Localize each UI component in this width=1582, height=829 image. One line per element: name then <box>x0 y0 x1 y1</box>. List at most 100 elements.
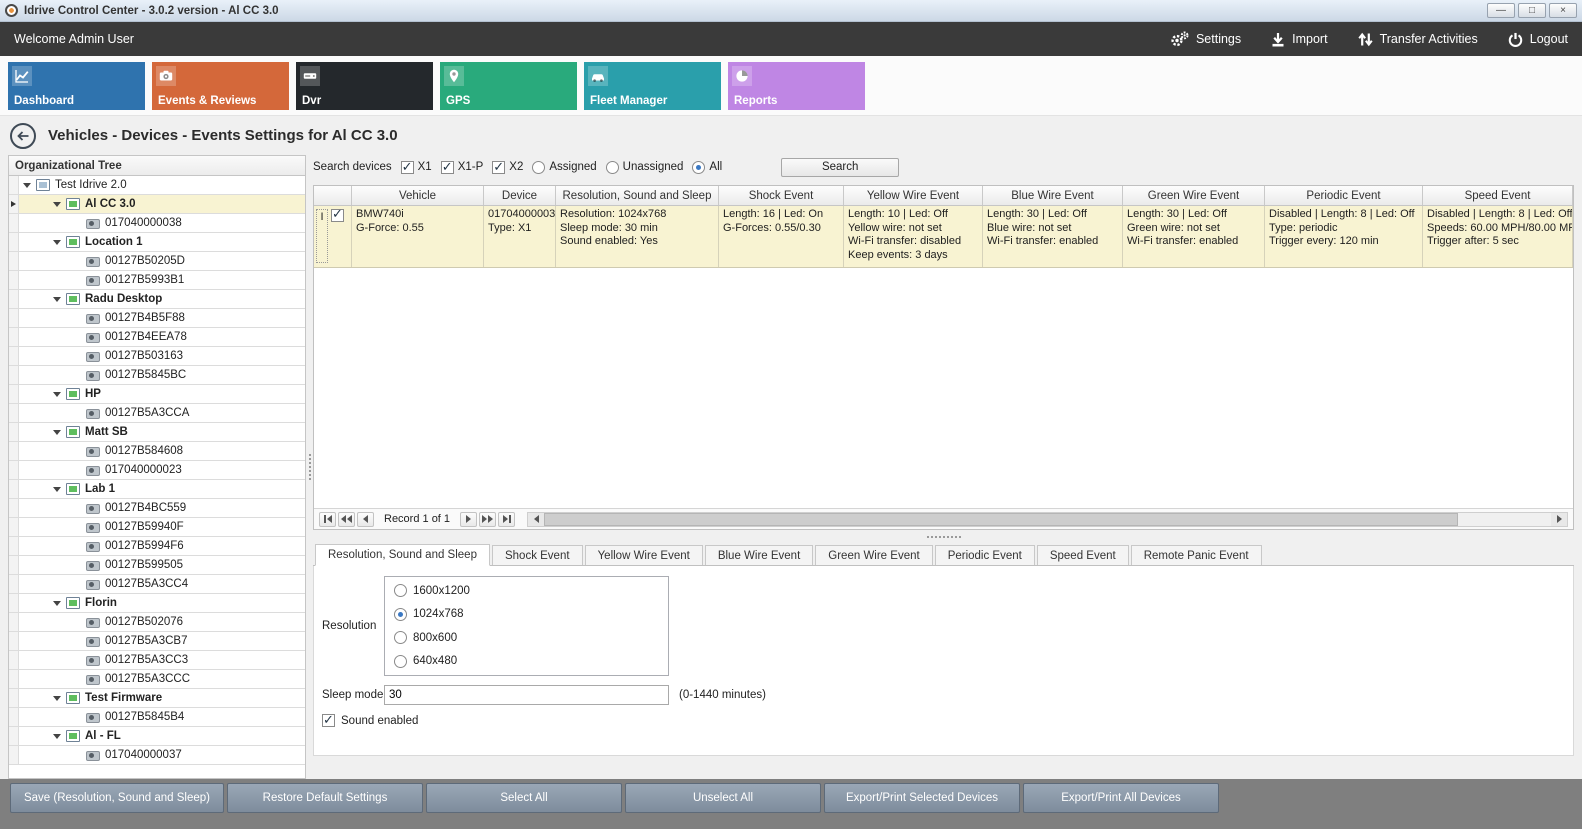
tab[interactable]: Resolution, Sound and Sleep <box>315 544 490 566</box>
tree-item[interactable]: 00127B59940F <box>9 518 305 537</box>
sleep-mode-input[interactable] <box>384 685 669 705</box>
next-page-button[interactable] <box>479 512 496 527</box>
all-radio[interactable] <box>692 161 705 174</box>
tab[interactable]: Shock Event <box>492 545 583 565</box>
tile-dvr[interactable]: Dvr <box>296 62 433 110</box>
tree-item[interactable]: Lab 1 <box>9 480 305 499</box>
settings-button[interactable]: Settings <box>1169 31 1241 47</box>
back-button[interactable] <box>10 123 36 149</box>
tile-gps[interactable]: GPS <box>440 62 577 110</box>
tab[interactable]: Green Wire Event <box>815 545 932 565</box>
bottom-action-button[interactable]: Select All <box>426 783 622 813</box>
expand-collapse-icon[interactable] <box>53 202 61 211</box>
header-periodic-event[interactable]: Periodic Event <box>1265 186 1423 205</box>
header-vehicle[interactable]: Vehicle <box>352 186 484 205</box>
expand-collapse-icon[interactable] <box>53 240 61 249</box>
scrollbar-thumb[interactable] <box>544 513 1458 526</box>
resolution-listbox[interactable]: 1600x1200 1024x768 800x600 <box>384 576 669 676</box>
tree-item[interactable]: 00127B502076 <box>9 613 305 632</box>
tree-item[interactable]: Al CC 3.0 <box>9 195 305 214</box>
tree-item[interactable]: 017040000038 <box>9 214 305 233</box>
tree-item[interactable]: 00127B4EEA78 <box>9 328 305 347</box>
tree-item[interactable]: Location 1 <box>9 233 305 252</box>
resolution-option[interactable]: 1600x1200 <box>394 584 659 597</box>
header-shock-event[interactable]: Shock Event <box>719 186 844 205</box>
assigned-radio[interactable] <box>532 161 545 174</box>
tab[interactable]: Yellow Wire Event <box>585 545 703 565</box>
tree-item[interactable]: Matt SB <box>9 423 305 442</box>
tab[interactable]: Blue Wire Event <box>705 545 813 565</box>
prev-page-button[interactable] <box>338 512 355 527</box>
device-row[interactable]: I BMW740i G-Force: 0.55 017040000038 Typ… <box>314 206 1573 268</box>
x2-checkbox[interactable] <box>492 161 505 174</box>
next-record-button[interactable] <box>460 512 477 527</box>
resolution-option[interactable]: 800x600 <box>394 631 659 644</box>
x1p-checkbox[interactable] <box>441 161 454 174</box>
tab[interactable]: Periodic Event <box>935 545 1035 565</box>
tree-item[interactable]: 00127B5A3CB7 <box>9 632 305 651</box>
tree-item[interactable]: 00127B5A3CC3 <box>9 651 305 670</box>
header-speed-event[interactable]: Speed Event <box>1423 186 1573 205</box>
tree-item[interactable]: Al - FL <box>9 727 305 746</box>
tree-item[interactable]: 00127B5993B1 <box>9 271 305 290</box>
tree-item[interactable]: 00127B5845BC <box>9 366 305 385</box>
resolution-option[interactable]: 640x480 <box>394 655 659 668</box>
tree-item[interactable]: 00127B5A3CCA <box>9 404 305 423</box>
row-select-checkbox[interactable] <box>331 209 344 222</box>
header-blue-wire-event[interactable]: Blue Wire Event <box>983 186 1123 205</box>
expand-collapse-icon[interactable] <box>53 297 61 306</box>
scroll-right-button[interactable] <box>1551 513 1567 526</box>
first-record-button[interactable] <box>319 512 336 527</box>
expand-collapse-icon[interactable] <box>53 430 61 439</box>
bottom-action-button[interactable]: Unselect All <box>625 783 821 813</box>
tree-item[interactable]: 00127B503163 <box>9 347 305 366</box>
expand-collapse-icon[interactable] <box>53 487 61 496</box>
bottom-action-button[interactable]: Export/Print Selected Devices <box>824 783 1020 813</box>
resolution-radio[interactable] <box>394 655 407 668</box>
maximize-button[interactable]: □ <box>1518 3 1546 18</box>
tree-item[interactable]: Florin <box>9 594 305 613</box>
tab[interactable]: Remote Panic Event <box>1131 545 1262 565</box>
header-green-wire-event[interactable]: Green Wire Event <box>1123 186 1265 205</box>
filter-assigned[interactable]: Assigned <box>532 161 596 174</box>
tree-item[interactable]: 017040000037 <box>9 746 305 765</box>
horizontal-splitter[interactable] <box>313 530 1574 544</box>
header-device[interactable]: Device <box>484 186 556 205</box>
bottom-action-button[interactable]: Export/Print All Devices <box>1023 783 1219 813</box>
close-button[interactable]: × <box>1549 3 1577 18</box>
tree-item[interactable]: 00127B584608 <box>9 442 305 461</box>
resolution-radio[interactable] <box>394 584 407 597</box>
filter-x1[interactable]: X1 <box>401 161 432 174</box>
tree-item[interactable]: 00127B5A3CC4 <box>9 575 305 594</box>
filter-x2[interactable]: X2 <box>492 161 523 174</box>
bottom-action-button[interactable]: Restore Default Settings <box>227 783 423 813</box>
tree-item[interactable]: Test Idrive 2.0 <box>9 176 305 195</box>
tree-item[interactable]: 00127B4B5F88 <box>9 309 305 328</box>
tree-item[interactable]: Radu Desktop <box>9 290 305 309</box>
horizontal-scrollbar[interactable] <box>527 512 1568 527</box>
resolution-radio[interactable] <box>394 608 407 621</box>
tile-reports[interactable]: Reports <box>728 62 865 110</box>
minimize-button[interactable]: — <box>1487 3 1515 18</box>
expand-collapse-icon[interactable] <box>23 183 31 192</box>
bottom-action-button[interactable]: Save (Resolution, Sound and Sleep) <box>10 783 224 813</box>
tree-item[interactable]: Test Firmware <box>9 689 305 708</box>
filter-unassigned[interactable]: Unassigned <box>606 161 684 174</box>
sound-enabled-checkbox[interactable] <box>322 714 335 727</box>
transfer-activities-button[interactable]: Transfer Activities <box>1358 32 1478 47</box>
import-button[interactable]: Import <box>1271 32 1327 47</box>
x1-checkbox[interactable] <box>401 161 414 174</box>
tree-item[interactable]: 00127B5A3CCC <box>9 670 305 689</box>
expand-collapse-icon[interactable] <box>53 601 61 610</box>
tile-dashboard[interactable]: Dashboard <box>8 62 145 110</box>
tree-item[interactable]: 00127B50205D <box>9 252 305 271</box>
filter-all[interactable]: All <box>692 161 722 174</box>
resolution-option[interactable]: 1024x768 <box>394 608 659 621</box>
vertical-splitter[interactable] <box>306 155 313 779</box>
expand-collapse-icon[interactable] <box>53 392 61 401</box>
scroll-left-button[interactable] <box>528 513 544 526</box>
expand-collapse-icon[interactable] <box>53 734 61 743</box>
resolution-radio[interactable] <box>394 631 407 644</box>
tree-item[interactable]: 00127B5994F6 <box>9 537 305 556</box>
filter-x1p[interactable]: X1-P <box>441 161 484 174</box>
